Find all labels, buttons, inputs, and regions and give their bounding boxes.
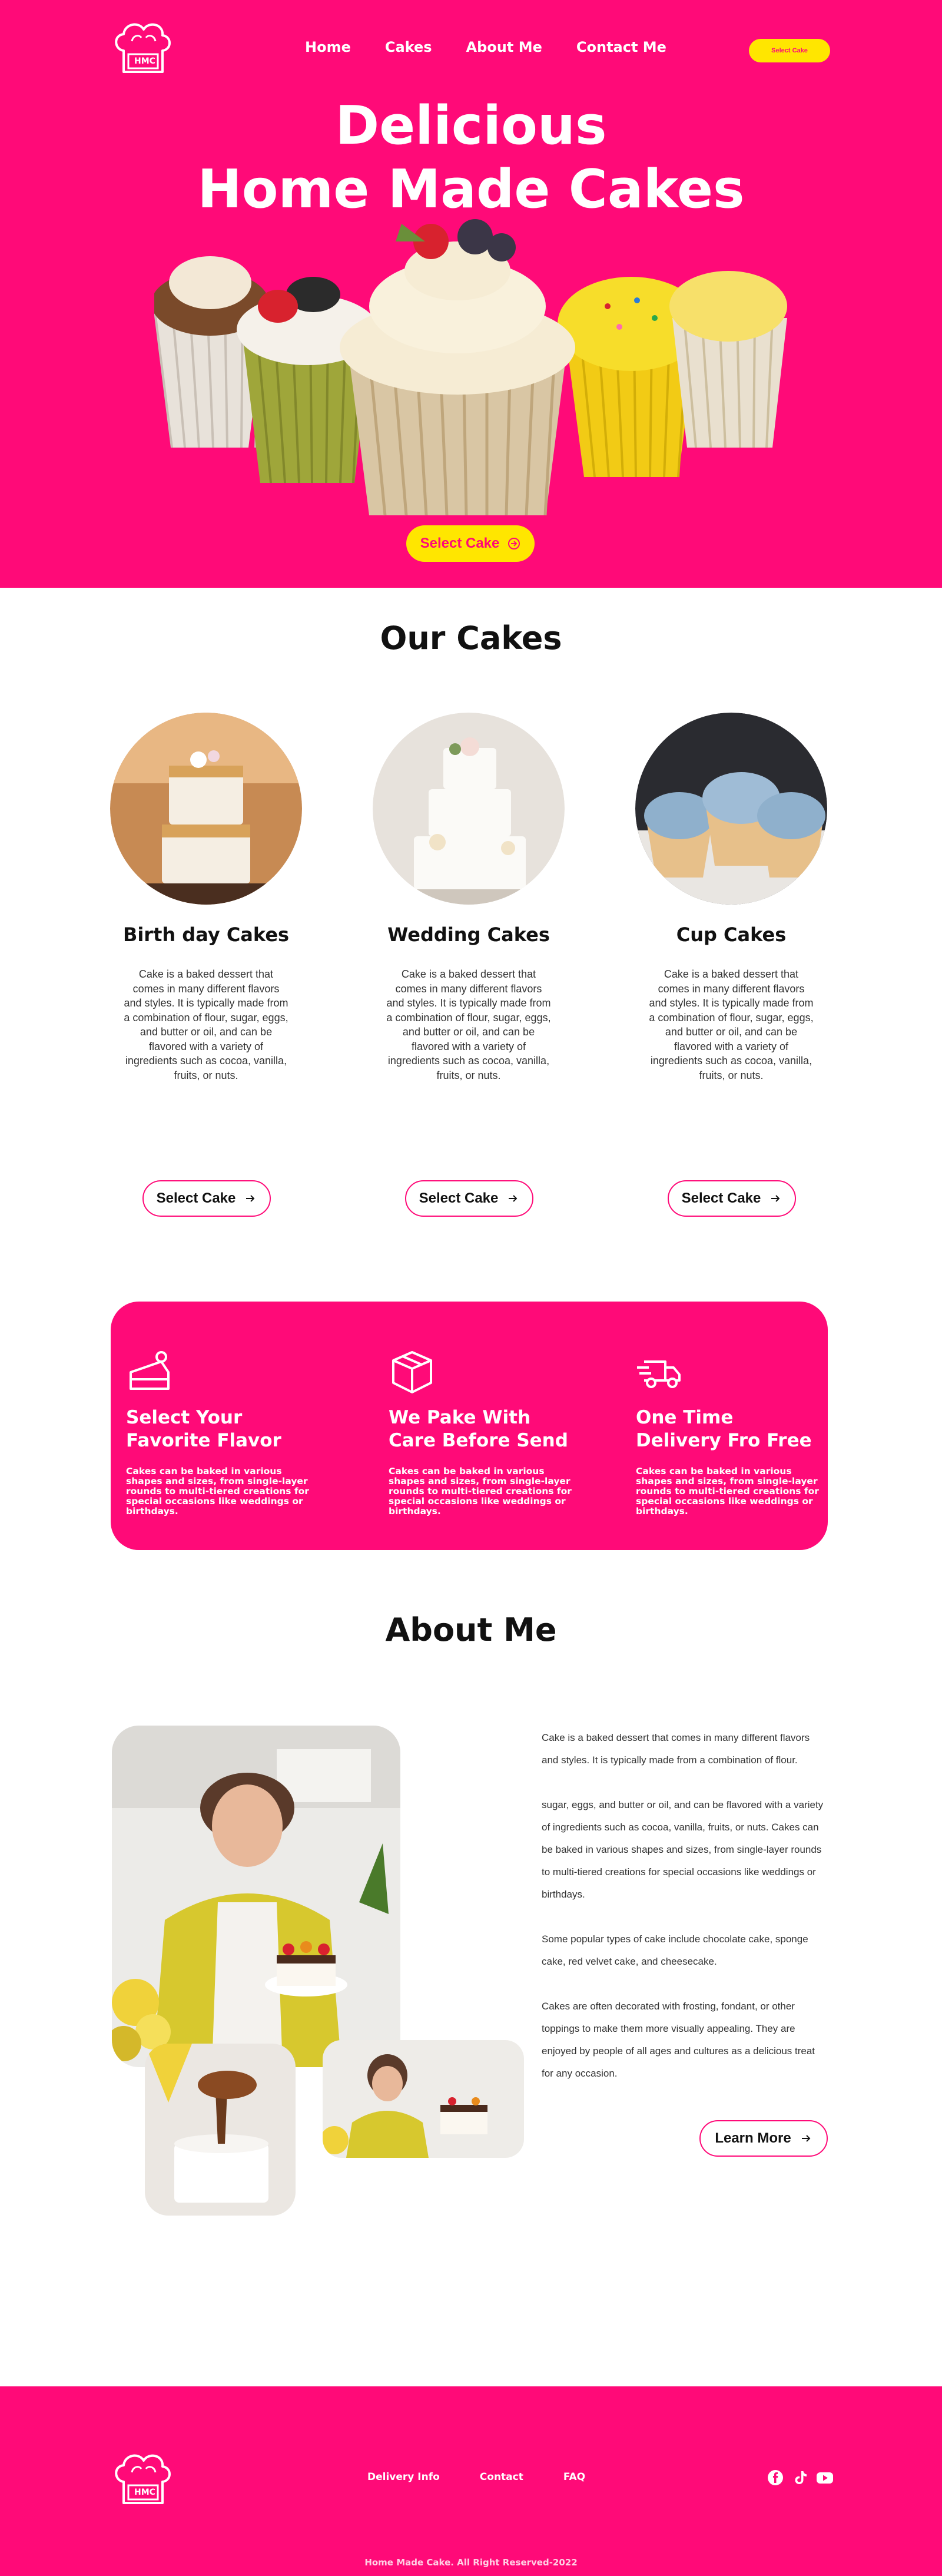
chef-hat-logo-icon [115, 2454, 171, 2504]
footer-nav: Delivery Info Contact FAQ [367, 2471, 585, 2483]
feature-title: We Pake With Care Before Send [389, 1407, 568, 1451]
about-photo-chocolate-drip [145, 2044, 296, 2216]
chef-hat-logo-icon [115, 23, 171, 73]
main-nav: Home Cakes About Me Contact Me [305, 39, 701, 55]
cake-drip-photo [145, 2044, 296, 2216]
header-select-cake-button[interactable]: Select Cake [749, 39, 830, 62]
cake-description: Cake is a baked dessert that comes in ma… [649, 968, 814, 1081]
tiktok-icon[interactable] [791, 2469, 809, 2486]
about-paragraph: Cakes are often decorated with frosting,… [542, 2001, 815, 2079]
social-links [767, 2469, 834, 2486]
youtube-icon[interactable] [816, 2469, 834, 2486]
footer: HMC Delivery Info Contact FAQ Home Made … [0, 2386, 942, 2576]
arrow-right-icon [801, 2135, 811, 2142]
learn-more-button[interactable]: Learn More [699, 2120, 828, 2157]
feature-delivery: One Time Delivery Fro Free Cakes can be … [636, 1349, 824, 1517]
feature-title: Select Your Favorite Flavor [126, 1407, 281, 1451]
feature-text: Cakes can be baked in various shapes and… [126, 1466, 309, 1517]
delivery-truck-icon [637, 1360, 681, 1388]
select-wedding-cake-button[interactable]: Select Cake [405, 1180, 533, 1217]
footer-logo[interactable]: HMC [111, 2449, 175, 2508]
cake-description: Cake is a baked dessert that comes in ma… [124, 968, 288, 1081]
feature-flavor: Select Your Favorite Flavor Cakes can be… [126, 1349, 314, 1517]
cake-name: Birth day Cakes [122, 923, 290, 946]
about-paragraph: Some popular types of cake include choco… [542, 1933, 808, 1967]
select-cake-label: Select Cake [156, 1190, 236, 1206]
cake-name: Wedding Cakes [387, 923, 550, 946]
footer-link-faq[interactable]: FAQ [563, 2471, 585, 2483]
logo[interactable]: HMC [111, 18, 175, 77]
cake-description: Cake is a baked dessert that comes in ma… [386, 968, 551, 1081]
cake-card-birthday: Birth day Cakes Cake is a baked dessert … [100, 713, 312, 1082]
nav-about-me[interactable]: About Me [466, 39, 542, 55]
hero-title-line1: Delicious [335, 95, 607, 157]
cake-card-cupcakes: Cup Cakes Cake is a baked dessert that c… [625, 713, 837, 1082]
cake-card-wedding: Wedding Cakes Cake is a baked dessert th… [363, 713, 575, 1082]
baker-photo [112, 1726, 400, 2067]
cupcakes-hero-image [154, 219, 787, 516]
arrow-right-icon [509, 1195, 518, 1202]
about-me-title: About Me [385, 1611, 557, 1648]
hero-select-cake-button[interactable]: Select Cake [406, 525, 535, 562]
our-cakes-title: Our Cakes [380, 620, 562, 657]
footer-link-contact[interactable]: Contact [480, 2471, 523, 2483]
facebook-icon[interactable] [767, 2469, 784, 2486]
baker-wide-photo [323, 2040, 524, 2158]
arrow-right-icon [771, 1195, 780, 1202]
feature-text: Cakes can be baked in various shapes and… [636, 1466, 819, 1517]
arrow-right-icon [508, 538, 520, 549]
footer-link-delivery-info[interactable]: Delivery Info [367, 2471, 440, 2483]
arrow-right-icon [246, 1195, 255, 1202]
learn-more-label: Learn More [715, 2130, 791, 2146]
cake-slice-icon [130, 1351, 170, 1390]
hero-section: HMC Home Cakes About Me Contact Me Selec… [0, 0, 942, 588]
about-paragraph: sugar, eggs, and butter or oil, and can … [542, 1799, 824, 1900]
nav-cakes[interactable]: Cakes [385, 39, 432, 55]
hero-select-cake-label: Select Cake [420, 535, 500, 551]
select-cupcake-button[interactable]: Select Cake [668, 1180, 796, 1217]
logo-text: HMC [134, 57, 155, 66]
wedding-cake-image [373, 713, 565, 905]
box-icon [392, 1351, 432, 1393]
about-text: Cake is a baked dessert that comes in ma… [542, 1727, 824, 2107]
about-photo-main [112, 1726, 400, 2067]
about-photo-baker-wide [323, 2040, 524, 2158]
feature-packing: We Pake With Care Before Send Cakes can … [389, 1349, 577, 1517]
features-panel: Select Your Favorite Flavor Cakes can be… [111, 1302, 828, 1550]
select-cake-label: Select Cake [681, 1190, 761, 1206]
nav-home[interactable]: Home [305, 39, 351, 55]
about-paragraph: Cake is a baked dessert that comes in ma… [542, 1732, 810, 1766]
feature-title: One Time Delivery Fro Free [636, 1407, 812, 1451]
select-birthday-cake-button[interactable]: Select Cake [142, 1180, 271, 1217]
birthday-cake-image [110, 713, 302, 905]
cupcakes-image [635, 713, 827, 905]
feature-text: Cakes can be baked in various shapes and… [389, 1466, 572, 1517]
nav-contact-me[interactable]: Contact Me [576, 39, 666, 55]
footer-logo-text: HMC [134, 2488, 155, 2497]
cake-name: Cup Cakes [676, 923, 787, 946]
copyright-text: Home Made Cake. All Right Reserved-2022 [364, 2557, 578, 2568]
select-cake-label: Select Cake [419, 1190, 499, 1206]
